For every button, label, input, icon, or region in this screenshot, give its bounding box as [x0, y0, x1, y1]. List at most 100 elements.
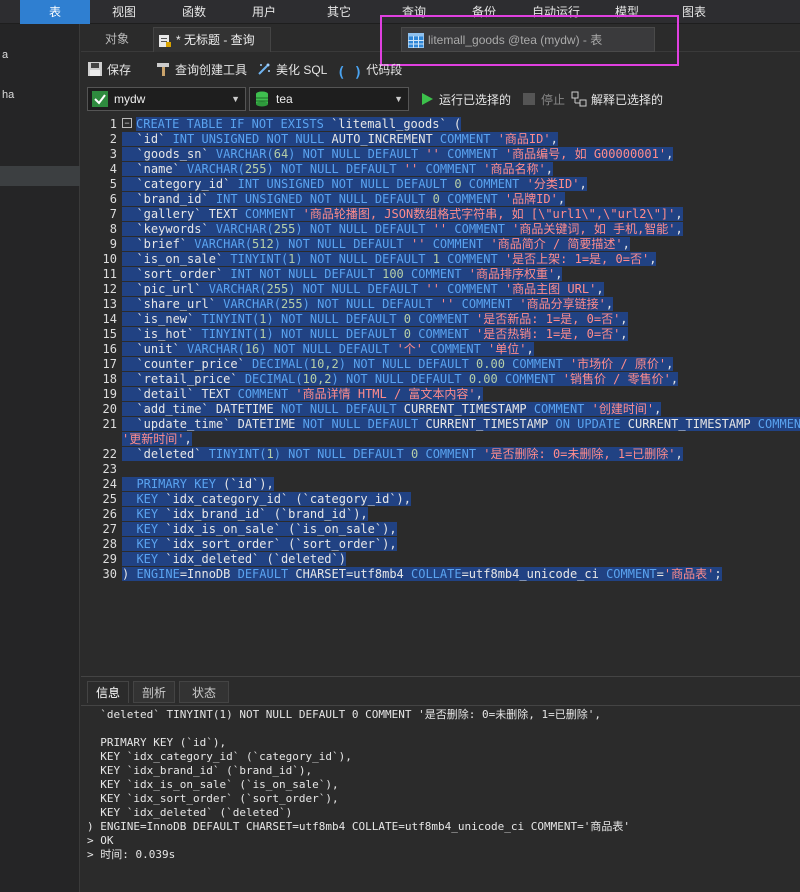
- code-token: INT UNSIGNED NOT NULL DEFAULT: [215, 192, 433, 206]
- menu-item-query[interactable]: 查询: [385, 0, 443, 24]
- line-number: 13: [102, 297, 117, 311]
- menu-item-backup[interactable]: 备份: [455, 0, 513, 24]
- code-token: TINYINT(: [208, 447, 267, 461]
- line-number: 16: [102, 342, 117, 356]
- code-token: COMMENT: [447, 252, 505, 266]
- sql-editor[interactable]: 1 2 3 4 5 6 7 8 9 10 11 12 13 14 15 16 17 18 19 20 21 22 23 24 2…: [81, 114, 800, 676]
- selection-highlight: '更新时间',: [122, 432, 192, 446]
- tab-profile[interactable]: 剖析: [133, 681, 175, 703]
- code-token: `brief`: [122, 237, 195, 251]
- code-token: '': [403, 162, 426, 176]
- code-token: ,: [675, 447, 683, 461]
- query-builder-label: 查询创建工具: [175, 63, 248, 77]
- code-token: DECIMAL(: [244, 372, 303, 386]
- code-token: 64: [273, 147, 289, 161]
- code-token: COMMENT: [411, 267, 469, 281]
- selection-highlight: `category_id` INT UNSIGNED NOT NULL DEFA…: [122, 177, 587, 191]
- code-token: ,: [596, 282, 604, 296]
- output-line: KEY `idx_sort_order` (`sort_order`),: [87, 792, 339, 805]
- code-token: COMMENT: [237, 387, 296, 401]
- explain-label: 解释已选择的: [591, 93, 664, 107]
- line-number: 23: [102, 462, 117, 476]
- save-button[interactable]: 保存: [87, 59, 131, 81]
- chevron-down-icon: ▼: [394, 94, 403, 104]
- menu-item-model[interactable]: 模型: [598, 0, 656, 24]
- code-token: COMMENT: [447, 147, 505, 161]
- line-number: 25: [102, 492, 117, 506]
- code-token: TINYINT(: [201, 327, 260, 341]
- code-token: ON UPDATE: [555, 417, 628, 431]
- code-token: '更新时间': [122, 432, 185, 446]
- code-token: KEY: [122, 552, 166, 566]
- explain-selected-button[interactable]: 解释已选择的: [571, 89, 663, 111]
- code-line: `name` VARCHAR(255) NOT NULL DEFAULT '' …: [122, 162, 553, 177]
- menu-item-others[interactable]: 其它: [310, 0, 368, 24]
- code-token: ) NOT NULL DEFAULT: [266, 312, 404, 326]
- code-token: '商品分享链接': [519, 297, 606, 311]
- menu-item-views[interactable]: 视图: [95, 0, 153, 24]
- sidebar-item[interactable]: ha: [0, 86, 80, 104]
- menu-item-users[interactable]: 用户: [235, 0, 293, 24]
- code-token: `idx_sort_order` (`sort_order`),: [165, 537, 397, 551]
- selection-highlight: `gallery` TEXT COMMENT '商品轮播图, JSON数组格式字…: [122, 207, 683, 221]
- code-token: ,: [579, 177, 587, 191]
- stop-button[interactable]: 停止: [521, 89, 565, 111]
- line-number: 9: [109, 237, 117, 251]
- message-output: `deleted` TINYINT(1) NOT NULL DEFAULT 0 …: [81, 705, 800, 892]
- code-token: (`id`),: [223, 477, 274, 491]
- line-number: 19: [102, 387, 117, 401]
- code-token: `is_hot`: [122, 327, 202, 341]
- sidebar-item[interactable]: a: [0, 46, 80, 64]
- code-token: `name`: [122, 162, 188, 176]
- tab-info[interactable]: 信息: [87, 681, 129, 703]
- code-token: ) NOT NULL DEFAULT: [273, 237, 412, 251]
- code-token: VARCHAR(: [194, 237, 253, 251]
- selection-highlight: KEY `idx_sort_order` (`sort_order`),: [122, 537, 397, 551]
- line-number-gutter: 1 2 3 4 5 6 7 8 9 10 11 12 13 14 15 16 17 18 19 20 21 22 23 24 2…: [81, 114, 119, 676]
- code-token: VARCHAR(: [215, 147, 274, 161]
- line-number: 6: [109, 192, 117, 206]
- code-token: 255: [280, 297, 303, 311]
- braces-icon: ( ): [337, 65, 363, 81]
- selection-highlight: `is_new` TINYINT(1) NOT NULL DEFAULT 0 C…: [122, 312, 628, 326]
- line-number: 17: [102, 357, 117, 371]
- selection-highlight: `goods_sn` VARCHAR(64) NOT NULL DEFAULT …: [122, 147, 674, 161]
- menu-item-functions[interactable]: 函数: [165, 0, 223, 24]
- code-token: KEY: [122, 522, 166, 536]
- menu-item-charts[interactable]: 图表: [665, 0, 723, 24]
- code-token: 1: [266, 447, 274, 461]
- beautify-sql-button[interactable]: 美化 SQL: [256, 59, 327, 81]
- code-line: `is_new` TINYINT(1) NOT NULL DEFAULT 0 C…: [122, 312, 628, 327]
- code-token: COMMENT: [439, 132, 498, 146]
- tab-table-litemall-goods[interactable]: litemall_goods @tea (mydw) - 表: [401, 27, 655, 52]
- output-line: ) ENGINE=InnoDB DEFAULT CHARSET=utf8mb4 …: [87, 820, 630, 833]
- fold-toggle-icon[interactable]: −: [122, 118, 132, 128]
- code-snippet-button[interactable]: ( ) 代码段: [337, 59, 402, 81]
- line-number: 12: [102, 282, 117, 296]
- tab-query-untitled[interactable]: * 无标题 - 查询: [153, 27, 271, 52]
- code-line: `counter_price` DECIMAL(10,2) NOT NULL D…: [122, 357, 674, 372]
- code-token: =utf8mb4_unicode_ci: [461, 567, 607, 581]
- chevron-down-icon: ▼: [231, 94, 240, 104]
- menu-item-automation[interactable]: 自动运行: [522, 0, 590, 24]
- menu-item-tables[interactable]: 表: [20, 0, 90, 24]
- code-token: COMMENT: [461, 297, 520, 311]
- sidebar-selected-item[interactable]: [0, 166, 80, 186]
- magic-wand-icon: [256, 61, 272, 77]
- tab-status[interactable]: 状态: [179, 681, 229, 703]
- line-number: 2: [109, 132, 117, 146]
- code-token: COMMENT: [447, 282, 505, 296]
- run-selected-button[interactable]: 运行已选择的: [419, 89, 511, 111]
- connection-icon: [92, 91, 108, 107]
- connection-select[interactable]: mydw ▼: [87, 87, 246, 111]
- selection-highlight: KEY `idx_brand_id` (`brand_id`),: [122, 507, 368, 521]
- code-token: ) NOT NULL DEFAULT: [288, 282, 426, 296]
- code-token: COMMENT: [454, 222, 513, 236]
- query-builder-button[interactable]: 查询创建工具: [155, 59, 247, 81]
- selection-highlight: `name` VARCHAR(255) NOT NULL DEFAULT '' …: [122, 162, 553, 176]
- code-line: `share_url` VARCHAR(255) NOT NULL DEFAUL…: [122, 297, 614, 312]
- database-select[interactable]: tea ▼: [249, 87, 409, 111]
- code-token: COMMENT: [504, 372, 563, 386]
- code-token: ) NOT NULL DEFAULT: [338, 357, 477, 371]
- line-number: 14: [102, 312, 117, 326]
